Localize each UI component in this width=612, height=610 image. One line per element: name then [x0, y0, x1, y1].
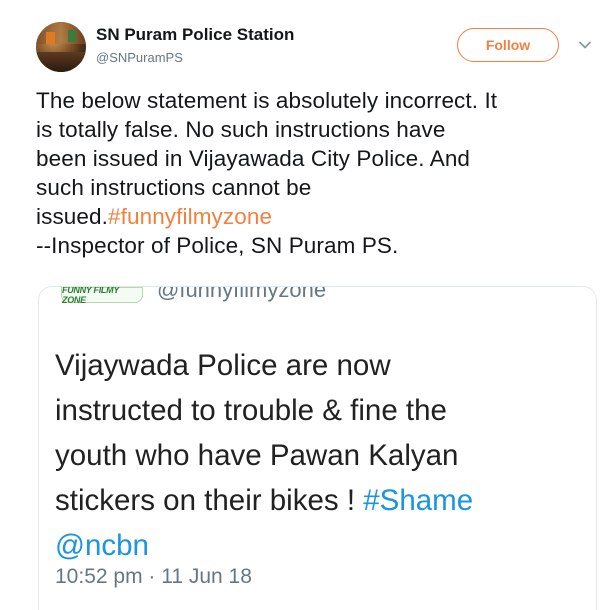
tweet: SN Puram Police Station @SNPuramPS Follo…	[0, 0, 612, 610]
avatar-flag-2	[68, 30, 76, 42]
embedded-screenshot[interactable]: FUNNY FILMY ZONE @funnyfilmyzone Vijaywa…	[38, 286, 597, 610]
embedded-line: stickers on their bikes ! #Shame	[55, 478, 585, 523]
embedded-line: youth who have Pawan Kalyan	[55, 439, 459, 472]
embedded-timestamp: 10:52 pm · 11 Jun 18	[55, 565, 252, 588]
avatar-wall	[36, 22, 86, 44]
hashtag-link[interactable]: #funnyfilmyzone	[108, 204, 272, 229]
embedded-hashtag: #Shame	[363, 484, 474, 517]
embedded-text: Vijaywada Police are now instructed to t…	[55, 343, 585, 568]
avatar-desk	[36, 52, 86, 72]
embedded-line-prefix: stickers on their bikes !	[55, 484, 364, 517]
tweet-signature: --Inspector of Police, SN Puram PS.	[36, 233, 399, 258]
embedded-line: instructed to trouble & fine the	[55, 394, 447, 427]
author-handle[interactable]: @SNPuramPS	[96, 50, 183, 65]
author-name[interactable]: SN Puram Police Station	[96, 25, 294, 45]
tweet-line-prefix: issued.	[36, 204, 108, 229]
embedded-logo: FUNNY FILMY ZONE	[61, 287, 143, 305]
tweet-line: such instructions cannot be	[36, 175, 312, 200]
embedded-line: Vijaywada Police are now	[55, 349, 391, 382]
tweet-line: been issued in Vijayawada City Police. A…	[36, 146, 471, 171]
tweet-text: The below statement is absolutely incorr…	[36, 86, 602, 260]
tweet-line: issued.#funnyfilmyzone	[36, 202, 602, 231]
embedded-mention: @ncbn	[55, 529, 149, 562]
avatar-flag	[46, 32, 55, 44]
tweet-line: is totally false. No such instructions h…	[36, 117, 446, 142]
embedded-handle: @funnyfilmyzone	[157, 286, 327, 302]
chevron-down-icon[interactable]	[578, 38, 592, 52]
follow-button[interactable]: Follow	[457, 28, 559, 62]
avatar[interactable]	[36, 22, 86, 72]
tweet-line: The below statement is absolutely incorr…	[36, 88, 498, 113]
